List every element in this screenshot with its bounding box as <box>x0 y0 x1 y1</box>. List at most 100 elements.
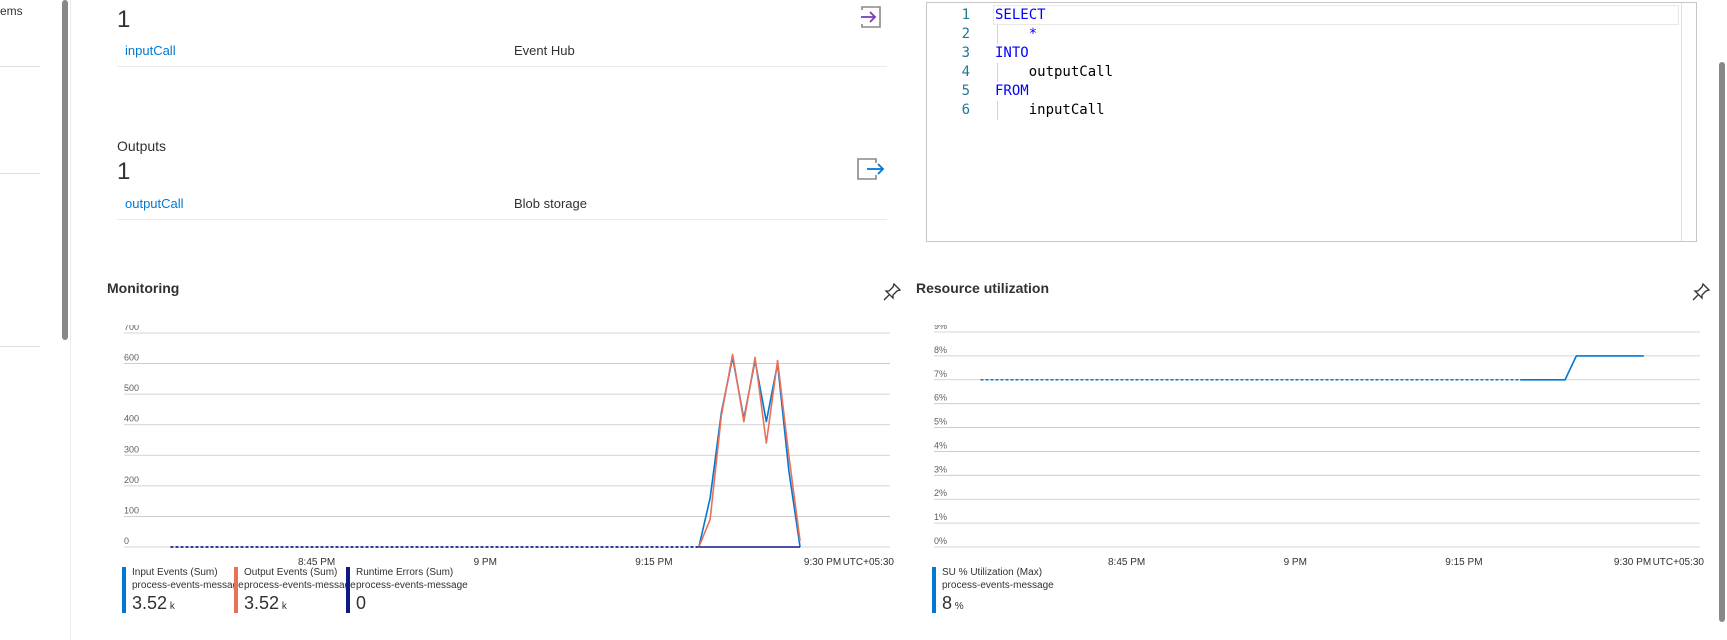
code-line[interactable]: 5 FROM <box>927 82 1667 101</box>
y-tick-label: 3% <box>934 464 947 474</box>
y-tick-label: 400 <box>124 414 139 424</box>
legend-color-bar <box>932 567 936 613</box>
resource-title: Resource utilization <box>916 280 1050 296</box>
legend-value: 8 % <box>942 593 964 613</box>
nav-divider <box>0 173 40 174</box>
y-tick-label: 300 <box>124 444 139 454</box>
x-tick-label: 9:30 PM <box>804 557 841 568</box>
code-token: * <box>995 26 1038 42</box>
legend-resource-name: process-events-message <box>942 580 1054 591</box>
pin-icon[interactable] <box>1691 282 1711 302</box>
timezone-label: UTC+05:30 <box>843 557 895 568</box>
legend-value: 3.52 k <box>244 593 287 613</box>
line-number: 1 <box>961 7 970 23</box>
legend-color-bar <box>122 567 126 613</box>
nav-divider <box>0 66 40 67</box>
nav-item-partial[interactable]: ems <box>0 4 23 18</box>
legend-series-name: Input Events (Sum) <box>132 567 218 578</box>
indent-guide <box>997 101 998 120</box>
legend-color-bar <box>234 567 238 613</box>
code-line[interactable]: 1 SELECT <box>927 6 1667 25</box>
content-separator <box>70 0 71 640</box>
code-token: inputCall <box>995 102 1105 118</box>
page-scrollbar[interactable] <box>1719 62 1725 622</box>
inputs-count: 1 <box>117 6 131 33</box>
row-divider <box>117 219 887 220</box>
code-line[interactable]: 2 * <box>927 25 1667 44</box>
legend-unit: k <box>167 601 175 612</box>
y-tick-label: 0 <box>124 536 129 546</box>
query-editor[interactable]: 1 SELECT 2 * 3 INTO 4 outputCall 5 FROM 6 inputC… <box>926 2 1697 242</box>
legend-item[interactable]: Output Events (Sum) process-events-messag… <box>234 567 356 615</box>
input-type: Event Hub <box>514 43 575 58</box>
x-tick-label: 9 PM <box>474 557 497 568</box>
x-tick-label: 9 PM <box>1284 557 1307 568</box>
line-number: 4 <box>961 64 970 80</box>
code-line[interactable]: 6 inputCall <box>927 101 1667 120</box>
code-line[interactable]: 3 INTO <box>927 44 1667 63</box>
line-number: 6 <box>961 102 970 118</box>
y-tick-label: 0% <box>934 536 947 546</box>
x-tick-label: 9:15 PM <box>635 557 672 568</box>
legend-item[interactable]: Input Events (Sum) process-events-message… <box>122 567 244 615</box>
y-tick-label: 200 <box>124 475 139 485</box>
legend-unit: % <box>952 601 964 612</box>
y-tick-label: 8% <box>934 345 947 355</box>
y-tick-label: 2% <box>934 488 947 498</box>
legend-resource-name: process-events-message <box>244 580 356 591</box>
y-tick-label: 100 <box>124 505 139 515</box>
code-token: INTO <box>995 45 1029 61</box>
editor-scrollbar[interactable] <box>1681 3 1696 241</box>
code-token: SELECT <box>995 7 1046 23</box>
line-number: 3 <box>961 45 970 61</box>
left-navigation: ems <box>0 0 60 640</box>
legend-item[interactable]: SU % Utilization (Max) process-events-mes… <box>932 567 1066 615</box>
x-tick-label: 8:45 PM <box>1108 557 1145 568</box>
x-tick-label: 9:15 PM <box>1445 557 1482 568</box>
legend-color-bar <box>346 567 350 613</box>
y-tick-label: 9% <box>934 325 947 331</box>
legend-item[interactable]: Runtime Errors (Sum) process-events-messa… <box>346 567 468 615</box>
y-tick-label: 7% <box>934 369 947 379</box>
code-token: FROM <box>995 83 1029 99</box>
row-divider <box>117 66 887 67</box>
legend-series-name: Output Events (Sum) <box>244 567 338 578</box>
series-line <box>1520 355 1644 381</box>
y-tick-label: 4% <box>934 440 947 450</box>
indent-guide <box>997 63 998 82</box>
nav-divider <box>0 346 40 347</box>
output-type: Blob storage <box>514 196 587 211</box>
legend-unit: k <box>279 601 287 612</box>
series-line <box>698 353 801 548</box>
timezone-label: UTC+05:30 <box>1653 557 1705 568</box>
y-tick-label: 500 <box>124 383 139 393</box>
monitoring-title: Monitoring <box>107 280 180 296</box>
import-icon[interactable] <box>858 4 884 35</box>
indent-guide <box>997 25 998 44</box>
resource-chart: 0% 1% 2% 3% 4% 5% 6% 7% 8% 9% 8:45 PM 9 PM 9:15 PM 9:… <box>934 325 1705 568</box>
legend-resource-name: process-events-message <box>132 580 244 591</box>
line-number: 2 <box>961 26 970 42</box>
y-tick-label: 700 <box>124 325 139 332</box>
y-tick-label: 600 <box>124 353 139 363</box>
outputs-label: Outputs <box>117 138 167 154</box>
x-tick-label: 9:30 PM <box>1614 557 1651 568</box>
monitoring-chart: 01002003004005006007008:45 PM 9 PM 9:15 PM… <box>124 325 895 568</box>
pin-icon[interactable] <box>882 282 902 302</box>
code-line[interactable]: 4 outputCall <box>927 63 1667 82</box>
legend-series-name: Runtime Errors (Sum) <box>356 567 454 578</box>
outputs-count: 1 <box>117 158 131 185</box>
y-tick-label: 6% <box>934 393 947 403</box>
output-link-outputcall[interactable]: outputCall <box>125 196 184 211</box>
legend-value: 0 <box>356 593 367 613</box>
code-token: outputCall <box>995 64 1114 80</box>
y-tick-label: 1% <box>934 512 947 522</box>
legend-value: 3.52 k <box>132 593 175 613</box>
export-icon[interactable] <box>856 156 886 187</box>
input-link-inputcall[interactable]: inputCall <box>125 43 176 58</box>
left-nav-scrollbar[interactable] <box>62 0 68 340</box>
line-number: 5 <box>961 83 970 99</box>
legend-resource-name: process-events-message <box>356 580 468 591</box>
y-tick-label: 5% <box>934 417 947 427</box>
legend-series-name: SU % Utilization (Max) <box>942 567 1043 578</box>
